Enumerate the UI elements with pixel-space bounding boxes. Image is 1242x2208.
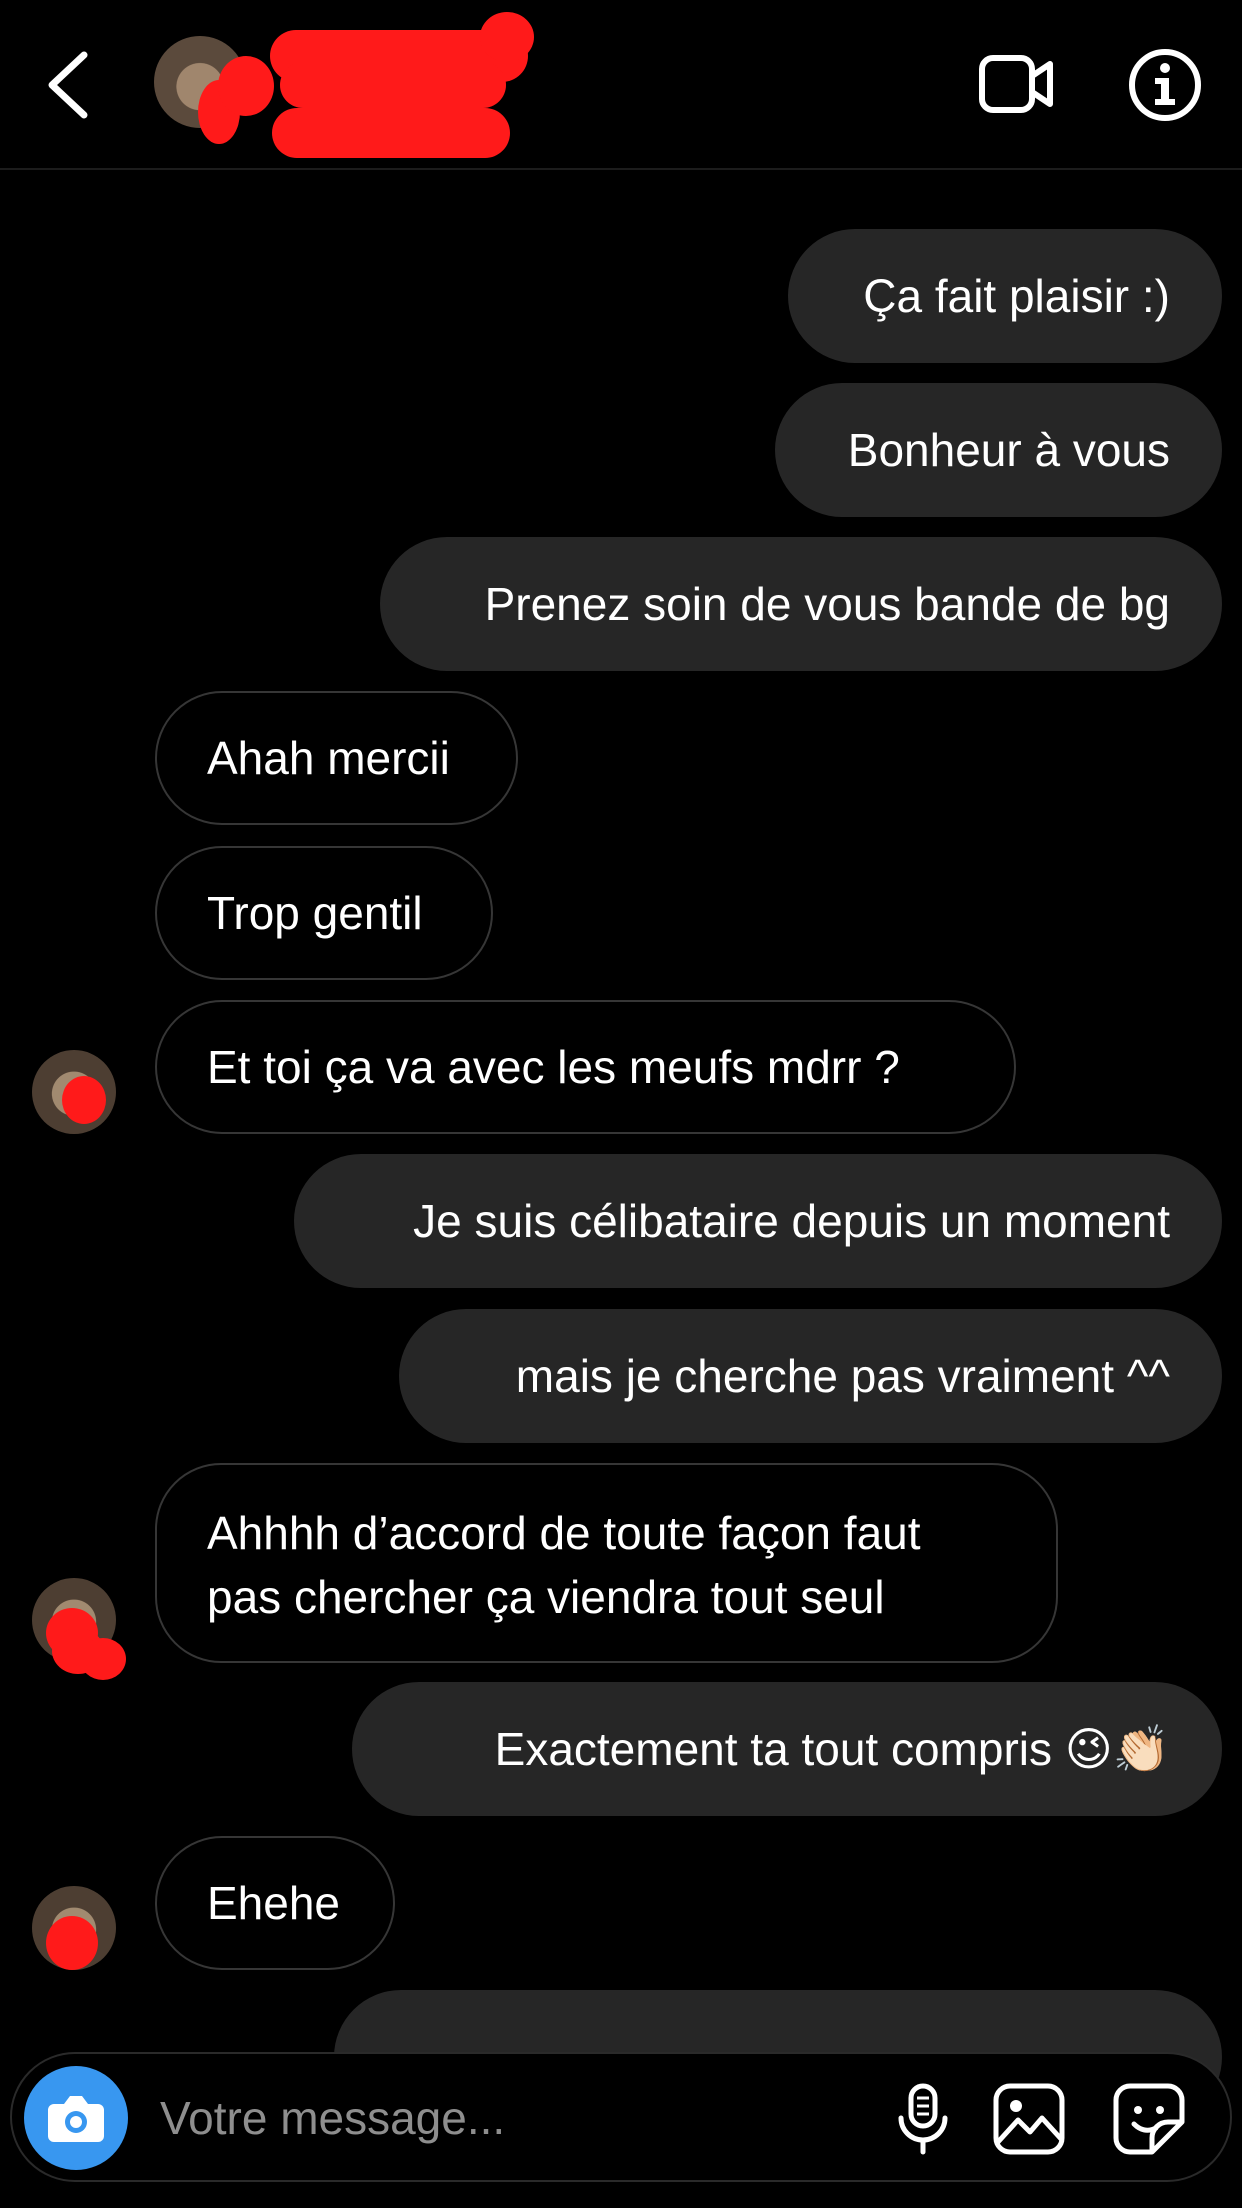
message-composer bbox=[10, 2052, 1232, 2182]
message-sent[interactable]: Je suis célibataire depuis un moment bbox=[294, 1154, 1222, 1288]
chevron-left-icon[interactable] bbox=[40, 45, 96, 125]
message-received[interactable]: Et toi ça va avec les meufs mdrr ? bbox=[155, 1000, 1016, 1134]
message-received[interactable]: Ahhhh d’accord de toute façon faut pas c… bbox=[155, 1463, 1058, 1663]
sender-avatar[interactable] bbox=[32, 1578, 126, 1680]
camera-button[interactable] bbox=[24, 2066, 128, 2170]
message-received[interactable]: Ahah mercii bbox=[155, 691, 518, 825]
image-gallery-icon[interactable] bbox=[990, 2080, 1068, 2158]
message-input[interactable] bbox=[158, 2078, 862, 2158]
message-sent[interactable]: Exactement ta tout compris 😉👏🏻 bbox=[352, 1682, 1222, 1816]
chat-header bbox=[0, 0, 1242, 170]
message-sent[interactable]: mais je cherche pas vraiment ^^ bbox=[399, 1309, 1222, 1443]
sender-avatar[interactable] bbox=[32, 1886, 116, 1970]
message-received[interactable]: Ehehe bbox=[155, 1836, 395, 1970]
message-sent[interactable]: Ça fait plaisir :) bbox=[788, 229, 1222, 363]
info-icon[interactable] bbox=[1128, 48, 1202, 122]
camera-icon bbox=[48, 2096, 104, 2142]
message-sent[interactable]: Prenez soin de vous bande de bg bbox=[380, 537, 1222, 671]
sticker-icon[interactable] bbox=[1110, 2080, 1188, 2158]
video-camera-icon[interactable] bbox=[978, 52, 1056, 116]
message-sent[interactable]: Bonheur à vous bbox=[775, 383, 1222, 517]
microphone-icon[interactable] bbox=[884, 2080, 962, 2158]
message-received[interactable]: Trop gentil bbox=[155, 846, 493, 980]
sender-avatar[interactable] bbox=[32, 1050, 116, 1134]
